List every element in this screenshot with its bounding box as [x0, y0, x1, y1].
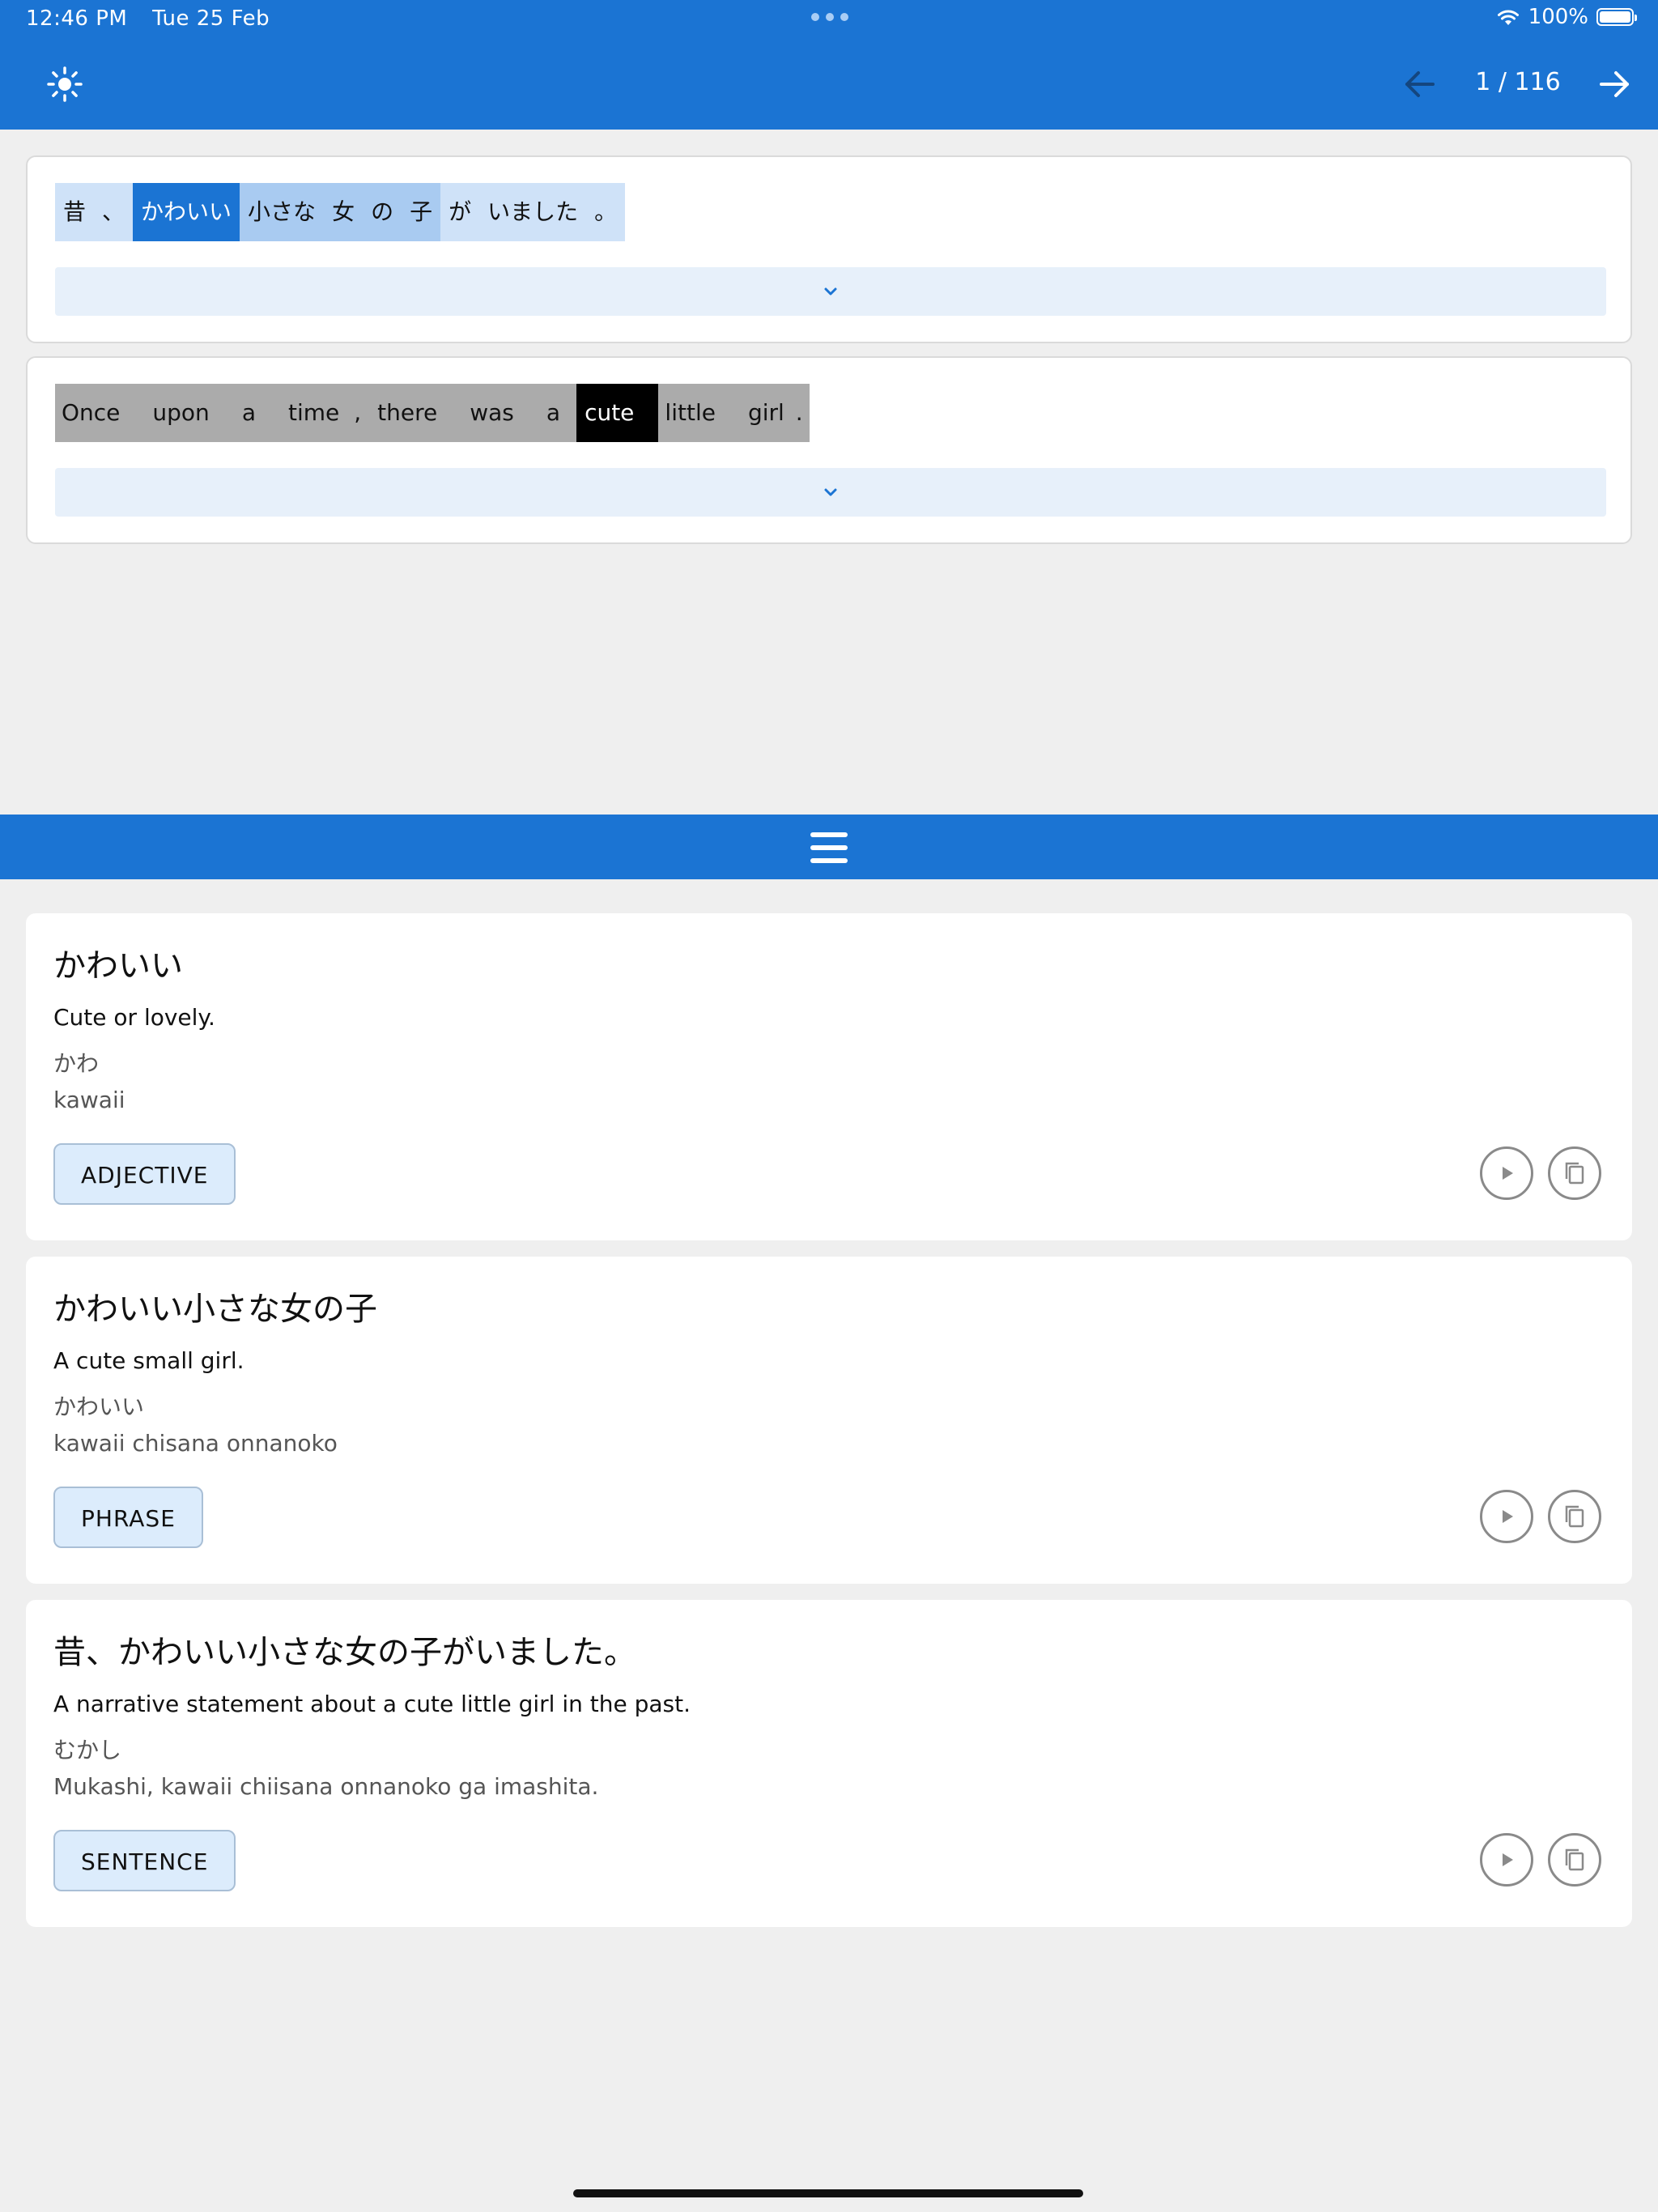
play-audio-button[interactable]: [1480, 1490, 1533, 1543]
next-page-button[interactable]: [1593, 65, 1635, 104]
translation-token[interactable]: upon: [136, 384, 226, 442]
entry-reading: かわいい: [53, 1393, 145, 1420]
play-icon: [1503, 1853, 1513, 1866]
panel-divider-handle[interactable]: [0, 815, 1658, 879]
previous-page-button[interactable]: [1399, 65, 1441, 104]
entry-title: かわいい: [53, 947, 183, 985]
entry-type-tag[interactable]: PHRASE: [53, 1487, 203, 1548]
sun-icon: [47, 66, 83, 102]
source-token[interactable]: いました: [479, 183, 587, 241]
source-token-row: 昔 、 かわいい 小さな 女 の 子 が いました 。: [55, 183, 626, 241]
play-icon: [1503, 1510, 1513, 1523]
arrow-right-icon: [1600, 71, 1629, 97]
translation-token[interactable]: .: [792, 384, 810, 442]
copy-icon: [1565, 1162, 1584, 1185]
entry-romaji: Mukashi, kawaii chiisana onnanoko ga ima…: [53, 1773, 599, 1800]
translation-token[interactable]: a: [529, 384, 577, 442]
entry-romaji: kawaii chisana onnanoko: [53, 1430, 338, 1457]
play-icon: [1503, 1167, 1513, 1180]
translation-token-row: Once upon a time , there was a cute litt…: [55, 384, 810, 442]
status-date: Tue 25 Feb: [152, 6, 270, 31]
translation-token[interactable]: girl: [731, 384, 793, 442]
status-time: 12:46 PM: [26, 6, 128, 31]
copy-icon: [1565, 1848, 1584, 1871]
status-bar-time: 12:46 PM Tue 25 Feb: [26, 6, 287, 31]
translation-token-selected[interactable]: cute: [576, 384, 659, 442]
translation-token[interactable]: time: [271, 384, 346, 442]
source-token[interactable]: 小さな: [240, 183, 325, 241]
dictionary-entry-card: 昔、かわいい小さな女の子がいました。 A narrative statement…: [26, 1600, 1632, 1927]
copy-button[interactable]: [1548, 1146, 1601, 1200]
entry-type-tag[interactable]: ADJECTIVE: [53, 1143, 236, 1205]
home-indicator[interactable]: [573, 2189, 1083, 2197]
multitasking-dots-icon[interactable]: [811, 13, 848, 21]
translation-token[interactable]: little: [658, 384, 732, 442]
top-app-bar: 12:46 PM Tue 25 Feb 100% 1 / 116: [0, 0, 1658, 130]
wifi-icon: [1497, 10, 1519, 25]
play-audio-button[interactable]: [1480, 1833, 1533, 1887]
theme-toggle-button[interactable]: [45, 65, 84, 104]
entry-reading: むかし: [53, 1737, 122, 1763]
translation-expand-button[interactable]: [55, 468, 1606, 517]
translation-sentence-card: Once upon a time , there was a cute litt…: [26, 356, 1632, 544]
source-expand-button[interactable]: [55, 267, 1606, 316]
play-audio-button[interactable]: [1480, 1146, 1533, 1200]
copy-button[interactable]: [1548, 1490, 1601, 1543]
battery-icon: [1596, 8, 1637, 26]
dictionary-entry-card: かわいい Cute or lovely. かわ kawaii ADJECTIVE: [26, 913, 1632, 1240]
entry-romaji: kawaii: [53, 1087, 125, 1113]
source-token[interactable]: 、: [94, 183, 134, 241]
entry-type-tag[interactable]: SENTENCE: [53, 1830, 236, 1891]
entry-reading: かわ: [53, 1050, 100, 1077]
chevron-down-icon: [824, 287, 837, 296]
copy-icon: [1565, 1505, 1584, 1528]
copy-button[interactable]: [1548, 1833, 1601, 1887]
source-sentence-card: 昔 、 かわいい 小さな 女 の 子 が いました 。: [26, 155, 1632, 343]
source-token[interactable]: 女: [324, 183, 363, 241]
translation-token[interactable]: was: [453, 384, 530, 442]
entry-meaning: A cute small girl.: [53, 1347, 244, 1374]
entry-meaning: Cute or lovely.: [53, 1004, 215, 1031]
source-token-selected[interactable]: かわいい: [133, 183, 240, 241]
dictionary-entry-card: かわいい小さな女の子 A cute small girl. かわいい kawai…: [26, 1257, 1632, 1584]
source-token[interactable]: 。: [586, 183, 626, 241]
arrow-left-icon: [1405, 71, 1435, 97]
page-counter: 1 / 116: [1475, 68, 1561, 96]
entry-meaning: A narrative statement about a cute littl…: [53, 1691, 691, 1717]
status-bar-right: 100%: [1496, 5, 1637, 29]
translation-token[interactable]: a: [225, 384, 272, 442]
translation-token[interactable]: ,: [346, 384, 370, 442]
hamburger-icon: [810, 832, 848, 863]
source-token[interactable]: 昔: [55, 183, 95, 241]
entry-title: かわいい小さな女の子: [53, 1291, 377, 1328]
source-token[interactable]: が: [440, 183, 480, 241]
battery-percent: 100%: [1528, 5, 1588, 29]
chevron-down-icon: [824, 488, 837, 496]
entry-title: 昔、かわいい小さな女の子がいました。: [53, 1634, 636, 1671]
translation-token[interactable]: Once: [55, 384, 137, 442]
source-token[interactable]: 子: [402, 183, 441, 241]
translation-token[interactable]: there: [369, 384, 454, 442]
source-token[interactable]: の: [363, 183, 402, 241]
